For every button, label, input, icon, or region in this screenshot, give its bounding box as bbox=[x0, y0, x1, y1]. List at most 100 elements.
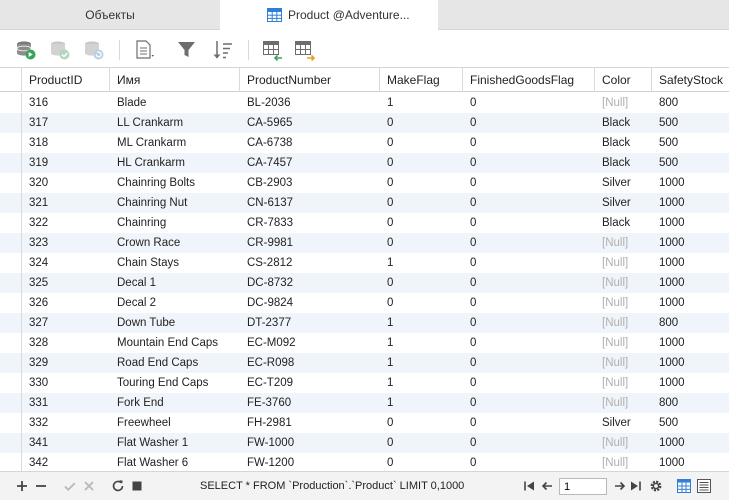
column-header-name[interactable]: Имя bbox=[110, 68, 240, 92]
cell-name[interactable]: Touring End Caps bbox=[110, 373, 240, 393]
cell-finishedgoodsflag[interactable]: 0 bbox=[463, 113, 595, 133]
table-row[interactable]: 327 Down Tube DT-2377 1 0 [Null] 800 bbox=[0, 313, 729, 333]
cell-makeflag[interactable]: 0 bbox=[380, 193, 463, 213]
cell-productid[interactable]: 326 bbox=[22, 293, 110, 313]
cell-makeflag[interactable]: 1 bbox=[380, 333, 463, 353]
row-selector[interactable] bbox=[0, 113, 22, 133]
cell-name[interactable]: Crown Race bbox=[110, 233, 240, 253]
row-selector[interactable] bbox=[0, 333, 22, 353]
cell-name[interactable]: Blade bbox=[110, 93, 240, 113]
cell-productnumber[interactable]: CA-6738 bbox=[240, 133, 380, 153]
cell-productid[interactable]: 316 bbox=[22, 93, 110, 113]
cell-productnumber[interactable]: EC-M092 bbox=[240, 333, 380, 353]
commit-icon[interactable] bbox=[49, 39, 71, 61]
cell-color[interactable]: Black bbox=[595, 153, 652, 173]
cell-productnumber[interactable]: FW-1000 bbox=[240, 433, 380, 453]
first-page-icon[interactable] bbox=[522, 479, 536, 493]
table-row[interactable]: 316 Blade BL-2036 1 0 [Null] 800 bbox=[0, 93, 729, 113]
cell-safetystock[interactable]: 500 bbox=[652, 133, 729, 153]
column-header-productid[interactable]: ProductID bbox=[22, 68, 110, 92]
cell-productid[interactable]: 330 bbox=[22, 373, 110, 393]
rollback-icon[interactable] bbox=[83, 39, 105, 61]
cell-color[interactable]: [Null] bbox=[595, 313, 652, 333]
import-wizard-icon[interactable] bbox=[262, 39, 284, 61]
sort-icon[interactable] bbox=[212, 39, 234, 61]
cell-safetystock[interactable]: 1000 bbox=[652, 293, 729, 313]
row-selector[interactable] bbox=[0, 93, 22, 113]
table-row[interactable]: 323 Crown Race CR-9981 0 0 [Null] 1000 bbox=[0, 233, 729, 253]
cell-finishedgoodsflag[interactable]: 0 bbox=[463, 273, 595, 293]
row-selector[interactable] bbox=[0, 313, 22, 333]
refresh-icon[interactable] bbox=[111, 479, 125, 493]
cell-productid[interactable]: 317 bbox=[22, 113, 110, 133]
cell-productnumber[interactable]: EC-T209 bbox=[240, 373, 380, 393]
cell-productid[interactable]: 324 bbox=[22, 253, 110, 273]
cell-finishedgoodsflag[interactable]: 0 bbox=[463, 453, 595, 471]
cell-name[interactable]: Fork End bbox=[110, 393, 240, 413]
table-row[interactable]: 321 Chainring Nut CN-6137 0 0 Silver 1000 bbox=[0, 193, 729, 213]
row-selector[interactable] bbox=[0, 153, 22, 173]
cell-productid[interactable]: 332 bbox=[22, 413, 110, 433]
cell-makeflag[interactable]: 0 bbox=[380, 293, 463, 313]
cell-makeflag[interactable]: 0 bbox=[380, 433, 463, 453]
cell-color[interactable]: [Null] bbox=[595, 273, 652, 293]
cell-name[interactable]: Mountain End Caps bbox=[110, 333, 240, 353]
cell-color[interactable]: [Null] bbox=[595, 393, 652, 413]
table-row[interactable]: 318 ML Crankarm CA-6738 0 0 Black 500 bbox=[0, 133, 729, 153]
cell-color[interactable]: [Null] bbox=[595, 333, 652, 353]
row-selector[interactable] bbox=[0, 213, 22, 233]
cell-name[interactable]: Flat Washer 6 bbox=[110, 453, 240, 471]
cell-productnumber[interactable]: BL-2036 bbox=[240, 93, 380, 113]
cell-productid[interactable]: 341 bbox=[22, 433, 110, 453]
table-row[interactable]: 331 Fork End FE-3760 1 0 [Null] 800 bbox=[0, 393, 729, 413]
row-selector-header[interactable] bbox=[0, 68, 22, 92]
table-row[interactable]: 324 Chain Stays CS-2812 1 0 [Null] 1000 bbox=[0, 253, 729, 273]
cell-safetystock[interactable]: 1000 bbox=[652, 213, 729, 233]
cell-safetystock[interactable]: 500 bbox=[652, 113, 729, 133]
column-header-safetystock[interactable]: SafetyStock bbox=[652, 68, 729, 92]
cell-color[interactable]: [Null] bbox=[595, 453, 652, 471]
cell-name[interactable]: Chainring Nut bbox=[110, 193, 240, 213]
column-header-color[interactable]: Color bbox=[595, 68, 652, 92]
cell-makeflag[interactable]: 0 bbox=[380, 153, 463, 173]
cell-finishedgoodsflag[interactable]: 0 bbox=[463, 93, 595, 113]
row-selector[interactable] bbox=[0, 453, 22, 471]
cell-makeflag[interactable]: 1 bbox=[380, 313, 463, 333]
cell-name[interactable]: HL Crankarm bbox=[110, 153, 240, 173]
cell-color[interactable]: [Null] bbox=[595, 93, 652, 113]
table-row[interactable]: 319 HL Crankarm CA-7457 0 0 Black 500 bbox=[0, 153, 729, 173]
table-row[interactable]: 329 Road End Caps EC-R098 1 0 [Null] 1000 bbox=[0, 353, 729, 373]
cell-productnumber[interactable]: DC-8732 bbox=[240, 273, 380, 293]
cell-productid[interactable]: 321 bbox=[22, 193, 110, 213]
cell-productid[interactable]: 329 bbox=[22, 353, 110, 373]
cell-safetystock[interactable]: 500 bbox=[652, 413, 729, 433]
page-number-input[interactable] bbox=[559, 478, 607, 495]
column-header-productnumber[interactable]: ProductNumber bbox=[240, 68, 380, 92]
table-row[interactable]: 320 Chainring Bolts CB-2903 0 0 Silver 1000 bbox=[0, 173, 729, 193]
cell-productid[interactable]: 331 bbox=[22, 393, 110, 413]
row-selector[interactable] bbox=[0, 373, 22, 393]
cell-finishedgoodsflag[interactable]: 0 bbox=[463, 293, 595, 313]
table-row[interactable]: 341 Flat Washer 1 FW-1000 0 0 [Null] 1000 bbox=[0, 433, 729, 453]
tab-objects[interactable]: Объекты bbox=[0, 0, 220, 30]
row-selector[interactable] bbox=[0, 253, 22, 273]
tab-product[interactable]: Product @Adventure... bbox=[220, 0, 438, 31]
cell-finishedgoodsflag[interactable]: 0 bbox=[463, 233, 595, 253]
cell-safetystock[interactable]: 1000 bbox=[652, 253, 729, 273]
row-selector[interactable] bbox=[0, 273, 22, 293]
cell-safetystock[interactable]: 1000 bbox=[652, 193, 729, 213]
cell-makeflag[interactable]: 0 bbox=[380, 413, 463, 433]
cell-productid[interactable]: 320 bbox=[22, 173, 110, 193]
table-row[interactable]: 342 Flat Washer 6 FW-1200 0 0 [Null] 1000 bbox=[0, 453, 729, 471]
cell-productid[interactable]: 325 bbox=[22, 273, 110, 293]
cell-finishedgoodsflag[interactable]: 0 bbox=[463, 153, 595, 173]
cell-finishedgoodsflag[interactable]: 0 bbox=[463, 313, 595, 333]
row-selector[interactable] bbox=[0, 433, 22, 453]
cell-safetystock[interactable]: 800 bbox=[652, 393, 729, 413]
cell-makeflag[interactable]: 0 bbox=[380, 213, 463, 233]
table-row[interactable]: 328 Mountain End Caps EC-M092 1 0 [Null] 1000 bbox=[0, 333, 729, 353]
cell-name[interactable]: ML Crankarm bbox=[110, 133, 240, 153]
cell-finishedgoodsflag[interactable]: 0 bbox=[463, 413, 595, 433]
cell-makeflag[interactable]: 0 bbox=[380, 453, 463, 471]
cell-safetystock[interactable]: 1000 bbox=[652, 433, 729, 453]
